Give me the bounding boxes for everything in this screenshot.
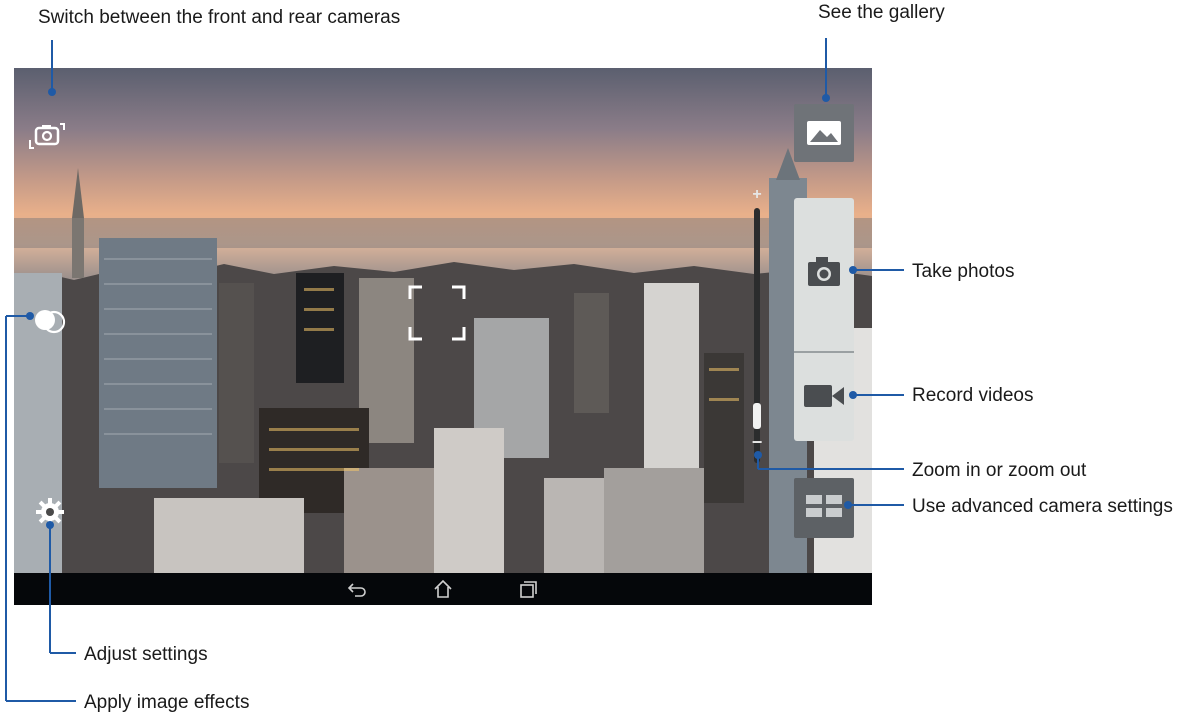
effects-icon: [35, 310, 66, 334]
callout-take-photos: Take photos: [912, 261, 1015, 282]
zoom-out-indicator[interactable]: −: [750, 433, 764, 451]
home-button[interactable]: [432, 579, 454, 599]
focus-frame-icon: [408, 285, 466, 341]
camera-screen: + −: [14, 68, 872, 605]
zoom-slider-thumb[interactable]: [753, 402, 761, 429]
capture-panel: [794, 198, 854, 441]
focus-frame: [408, 285, 466, 341]
callout-record-videos: Record videos: [912, 385, 1034, 406]
back-button[interactable]: [347, 579, 369, 599]
video-camera-icon: [804, 385, 844, 407]
gallery-button[interactable]: [794, 104, 854, 162]
grid-icon: [806, 495, 842, 517]
switch-camera-button[interactable]: [28, 118, 68, 152]
record-video-button[interactable]: [794, 353, 854, 441]
recent-apps-icon: [520, 581, 537, 598]
callout-adjust-settings: Adjust settings: [84, 644, 208, 665]
settings-button[interactable]: [34, 496, 66, 528]
gallery-icon: [807, 121, 841, 145]
gear-icon: [36, 498, 64, 526]
camera-icon: [808, 257, 840, 286]
callout-zoom: Zoom in or zoom out: [912, 460, 1087, 481]
camera-switch-icon: [29, 123, 65, 149]
callout-advanced-settings: Use advanced camera settings: [912, 496, 1173, 517]
callout-gallery: See the gallery: [818, 2, 945, 23]
zoom-in-indicator[interactable]: +: [750, 187, 764, 203]
take-photo-button[interactable]: [794, 198, 854, 351]
back-icon: [347, 583, 366, 597]
advanced-settings-button[interactable]: [794, 478, 854, 538]
navigation-bar: [14, 573, 872, 605]
callout-switch-cameras: Switch between the front and rear camera…: [38, 7, 401, 28]
callout-image-effects: Apply image effects: [84, 692, 250, 713]
camera-viewfinder[interactable]: + −: [14, 68, 872, 573]
image-effects-button[interactable]: [32, 306, 68, 336]
recent-apps-button[interactable]: [517, 579, 539, 599]
home-icon: [434, 579, 452, 598]
